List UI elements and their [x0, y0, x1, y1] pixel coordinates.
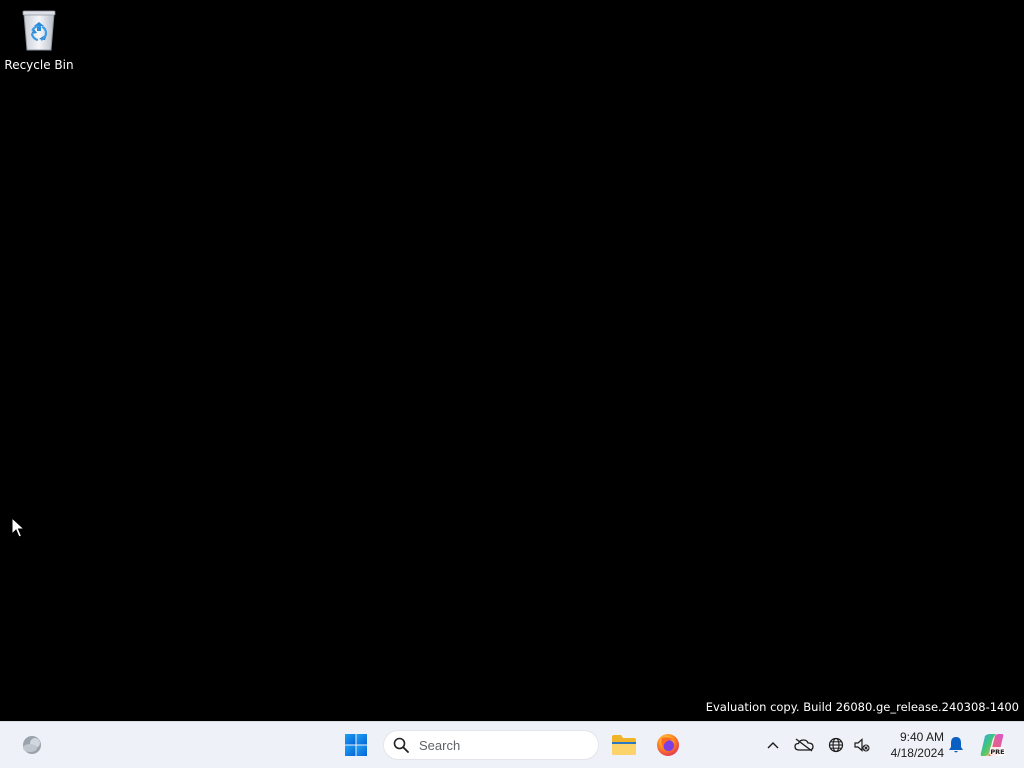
onedrive-icon — [794, 738, 814, 752]
svg-text:PRE: PRE — [990, 748, 1004, 756]
taskbar: Search 9:40 AM 4/18/2024 PRE — [0, 721, 1024, 768]
weather-widget-icon — [23, 736, 41, 754]
copilot-icon: PRE — [980, 734, 1005, 756]
firefox-button[interactable] — [650, 728, 686, 762]
clock-date: 4/18/2024 — [890, 746, 944, 760]
evaluation-watermark: Evaluation copy. Build 26080.ge_release.… — [705, 700, 1019, 714]
windows-logo-icon — [345, 734, 367, 756]
desktop: Recycle Bin Evaluation copy. Build 26080… — [0, 0, 1024, 721]
file-explorer-button[interactable] — [606, 728, 642, 762]
search-icon — [393, 737, 409, 753]
firefox-icon — [657, 734, 679, 756]
network-icon — [828, 737, 844, 753]
volume-button[interactable] — [848, 728, 876, 762]
notifications-button[interactable] — [942, 728, 970, 762]
clock-time: 9:40 AM — [899, 730, 944, 744]
volume-muted-icon — [854, 738, 870, 752]
bell-icon — [949, 737, 963, 753]
taskbar-search-box[interactable]: Search — [383, 730, 599, 760]
search-placeholder: Search — [419, 737, 461, 753]
recycle-bin-icon — [22, 10, 56, 51]
mouse-pointer-icon — [11, 517, 25, 538]
onedrive-button[interactable] — [790, 728, 818, 762]
copilot-button[interactable]: PRE — [974, 728, 1010, 762]
folder-icon — [612, 735, 636, 755]
widgets-button[interactable] — [14, 728, 50, 762]
chevron-up-icon — [767, 742, 779, 749]
start-button[interactable] — [338, 728, 374, 762]
show-hidden-icons-button[interactable] — [760, 728, 786, 762]
taskbar-clock[interactable]: 9:40 AM 4/18/2024 — [878, 728, 944, 762]
desktop-icon-label: Recycle Bin — [4, 58, 74, 72]
network-button[interactable] — [822, 728, 850, 762]
desktop-icon-recycle-bin[interactable]: Recycle Bin — [4, 6, 74, 76]
